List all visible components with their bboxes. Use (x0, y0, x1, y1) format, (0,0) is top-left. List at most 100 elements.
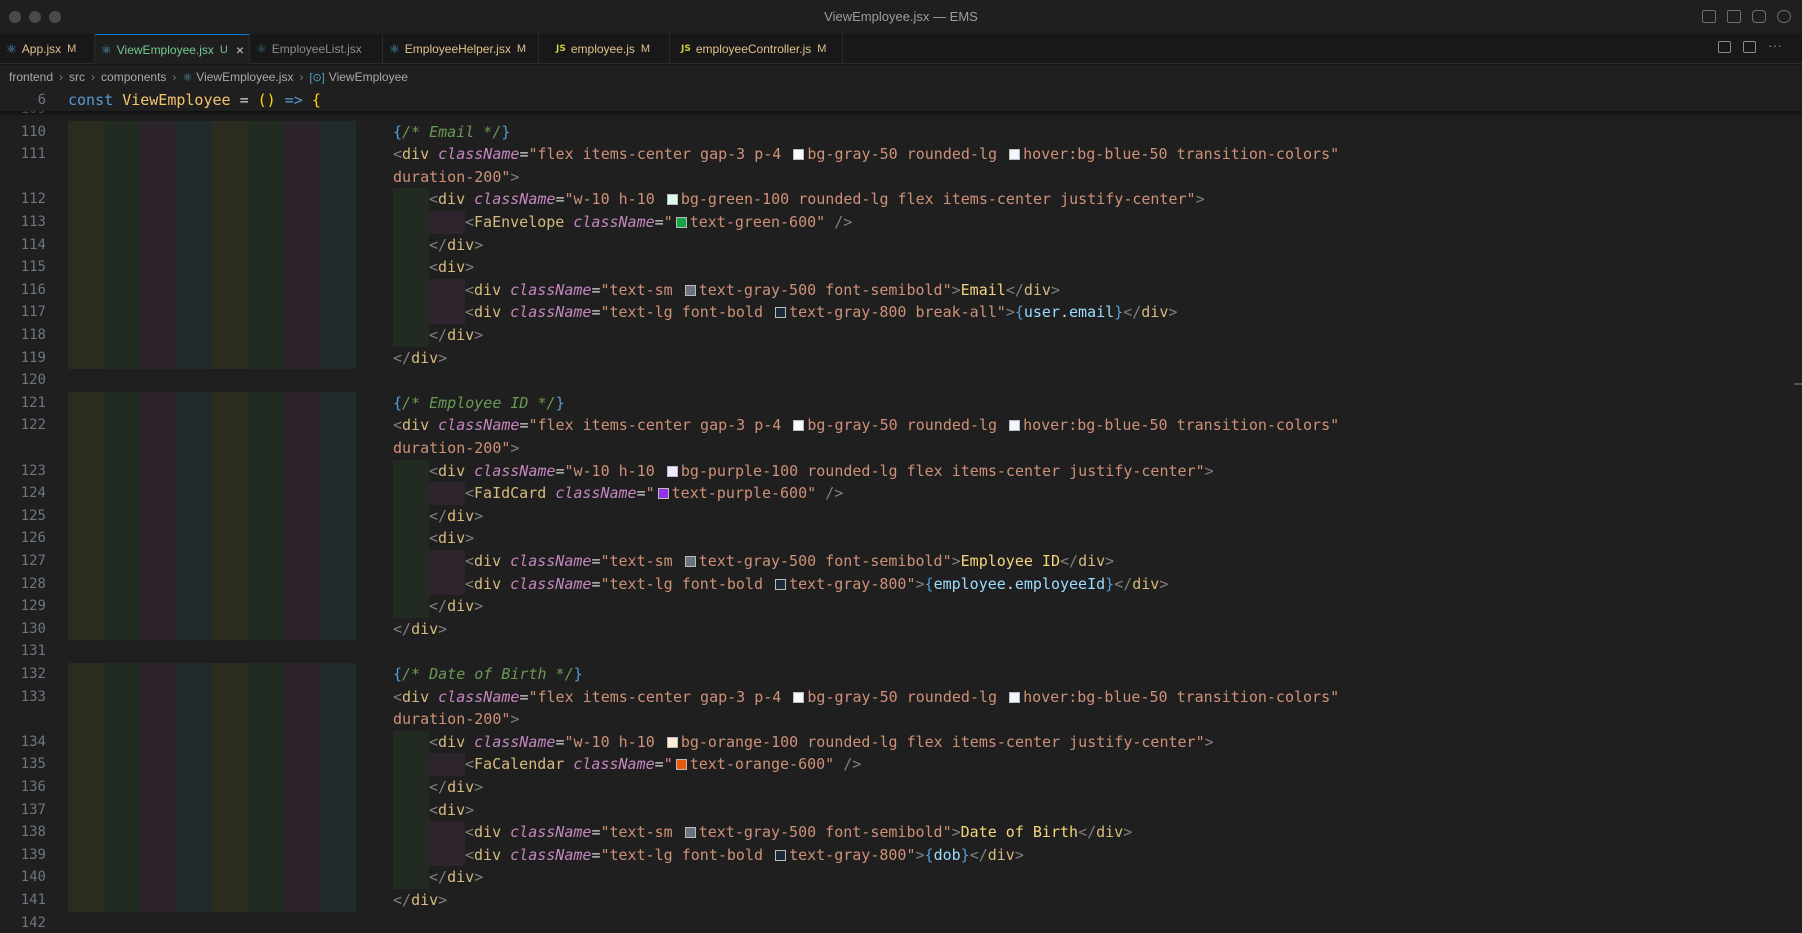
tab-employeelist-jsx[interactable]: ⚛ EmployeeList.jsx (250, 34, 383, 64)
indent-guide (104, 504, 140, 528)
breadcrumb-item[interactable]: ViewEmployee (329, 70, 408, 84)
toggle-panel-icon[interactable] (1727, 10, 1741, 23)
code-line: <div className="flex items-center gap-3 … (393, 687, 1340, 706)
indent-guide (393, 798, 429, 822)
indent-guide (284, 798, 320, 822)
indent-guide (140, 301, 176, 324)
breadcrumb-item[interactable]: ViewEmployee.jsx (196, 70, 293, 84)
indent-guide (68, 889, 104, 912)
split-editor-icon[interactable] (1743, 41, 1756, 53)
indent-guide (248, 120, 284, 144)
settings-gear-icon[interactable] (1777, 10, 1791, 23)
indent-guide (248, 301, 284, 324)
indent-guide (393, 324, 429, 347)
indent-guide (68, 459, 104, 483)
tab-viewemployee-jsx[interactable]: ⚛ ViewEmployee.jsx U × (95, 34, 250, 64)
color-swatch[interactable] (1009, 691, 1021, 703)
indent-guide (140, 843, 176, 867)
line-number: 119 (20, 349, 46, 366)
sticky-scroll-header[interactable]: 6 const ViewEmployee = () => { (0, 89, 1802, 111)
color-swatch[interactable] (793, 691, 805, 703)
tab-label: ViewEmployee.jsx (116, 42, 214, 57)
indent-guide (284, 278, 320, 302)
indent-guide (284, 324, 320, 347)
line-number: 141 (20, 892, 46, 908)
indent-guide (248, 391, 284, 415)
code-editor[interactable]: 6 const ViewEmployee = () => { 109110{/*… (0, 89, 1802, 933)
indent-guide (176, 776, 212, 799)
indent-guide (176, 527, 212, 550)
compare-changes-icon[interactable] (1718, 41, 1731, 53)
indent-guide (104, 459, 140, 483)
more-actions-icon[interactable]: ··· (1768, 38, 1782, 53)
tab-app-jsx[interactable]: ⚛ App.jsx M (0, 34, 95, 64)
color-swatch[interactable] (675, 759, 687, 771)
color-swatch[interactable] (793, 420, 805, 432)
scrollbar-marker[interactable] (1794, 383, 1802, 385)
color-swatch[interactable] (793, 149, 805, 161)
tab-employeehelper-jsx[interactable]: ⚛ EmployeeHelper.jsx M (383, 34, 539, 64)
indent-guide (68, 595, 104, 618)
indent-guide (212, 572, 248, 596)
indent-guide (104, 391, 140, 415)
indent-guide (284, 685, 320, 709)
color-swatch[interactable] (666, 736, 678, 748)
code-line: </div> (429, 326, 484, 344)
indent-guide (429, 278, 465, 302)
close-tab-icon[interactable]: × (236, 42, 244, 58)
indent-guide (320, 459, 356, 483)
indent-guide (68, 165, 104, 189)
indent-guide (176, 482, 212, 505)
tab-employeecontroller-js[interactable]: JS employeeController.js M (675, 34, 843, 64)
indent-guide (320, 233, 356, 257)
code-line: duration-200"> (393, 439, 520, 457)
color-swatch[interactable] (775, 307, 787, 319)
extensions-icon[interactable] (1752, 10, 1766, 23)
indent-guide (284, 482, 320, 505)
indent-guide (212, 595, 248, 618)
color-swatch[interactable] (666, 465, 678, 477)
tab-employee-js[interactable]: JS employee.js M (550, 34, 670, 64)
indent-guide (104, 798, 140, 822)
indent-guide (320, 211, 356, 234)
indent-guide (429, 572, 465, 596)
color-swatch[interactable] (684, 556, 696, 567)
indent-guide (68, 437, 104, 460)
indent-guide (284, 572, 320, 596)
indent-guide (212, 211, 248, 234)
indent-guide (176, 708, 212, 731)
color-swatch[interactable] (657, 488, 669, 500)
indent-guide (176, 346, 212, 370)
indent-guide (212, 233, 248, 257)
indent-guide (140, 437, 176, 460)
indent-guide (429, 550, 465, 573)
breadcrumb-item[interactable]: components (101, 70, 166, 84)
color-swatch[interactable] (775, 578, 787, 590)
indent-guide (176, 211, 212, 234)
code-line: </div> (429, 506, 484, 525)
indent-guide (140, 776, 176, 799)
toggle-sidebar-icon[interactable] (1702, 10, 1716, 23)
breadcrumb-item[interactable]: frontend (9, 70, 53, 84)
color-swatch[interactable] (684, 284, 696, 296)
indent-guide (212, 256, 248, 279)
indent-guide (429, 301, 465, 324)
color-swatch[interactable] (666, 194, 678, 206)
code-line: {/* Employee ID */} (393, 393, 565, 412)
code-line: <div className="text-sm text-gray-500 fo… (465, 280, 1060, 299)
breadcrumb-item[interactable]: src (69, 70, 85, 84)
line-number: 138 (20, 824, 46, 841)
color-swatch[interactable] (1009, 420, 1021, 432)
indent-guide (248, 595, 284, 618)
color-swatch[interactable] (1009, 149, 1021, 161)
color-swatch[interactable] (675, 217, 687, 228)
indent-guide (212, 143, 248, 166)
line-number: 142 (20, 914, 46, 931)
indent-guide (212, 165, 248, 189)
color-swatch[interactable] (684, 827, 696, 839)
indent-guide (320, 256, 356, 279)
indent-guide (284, 595, 320, 618)
color-swatch[interactable] (775, 849, 787, 861)
indent-guide (176, 324, 212, 347)
indent-guide (212, 346, 248, 370)
